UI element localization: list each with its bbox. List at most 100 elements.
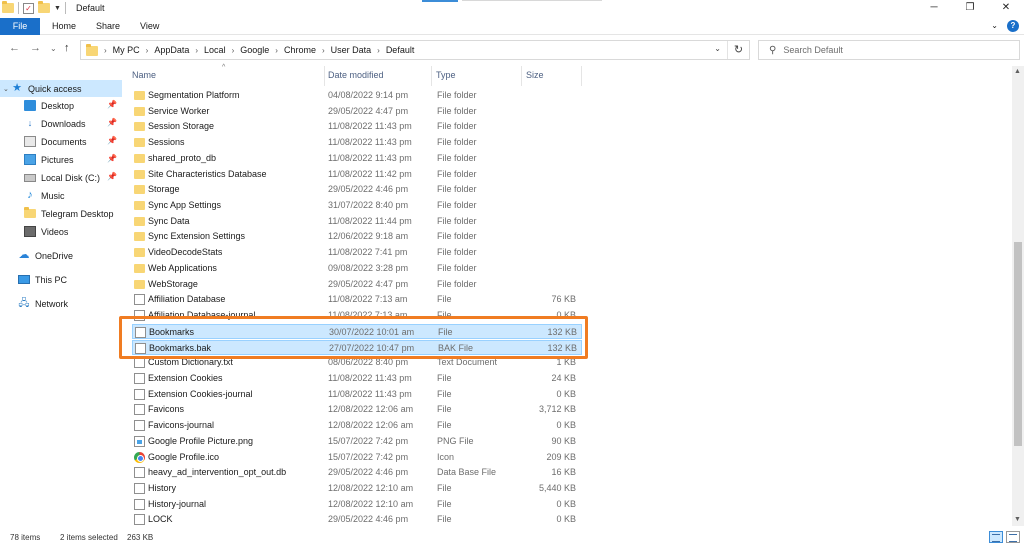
scrollbar-thumb[interactable] (1014, 242, 1022, 446)
sidebar-item-quick-access[interactable]: ⌄ ★ Quick access (0, 80, 122, 97)
column-header-size[interactable]: Size (526, 66, 544, 85)
sidebar-item-this-pc[interactable]: This PC (0, 271, 122, 288)
scroll-up-icon[interactable]: ▲ (1014, 68, 1021, 75)
file-name: Site Characteristics Database (148, 168, 267, 179)
file-row[interactable]: Extension Cookies 11/08/2022 11:43 pm File… (132, 371, 582, 387)
recent-locations-icon[interactable]: ⌄ (50, 44, 57, 53)
tab-home[interactable]: Home (52, 18, 76, 35)
file-row[interactable]: Web Applications 09/08/2022 3:28 pm File f… (132, 261, 582, 277)
details-view-button[interactable] (989, 531, 1003, 543)
search-box[interactable]: ⚲ Search Default (758, 40, 1020, 60)
large-icons-view-button[interactable] (1006, 531, 1020, 543)
chevron-right-icon[interactable]: › (275, 46, 278, 55)
customize-toolbar-icon[interactable]: ▼ (54, 5, 61, 12)
address-bar[interactable]: › My PC › AppData › Local › Google › Chr… (80, 40, 750, 60)
sidebar-item-pictures[interactable]: Pictures 📌 (0, 151, 122, 168)
back-button[interactable]: ← (9, 42, 20, 54)
properties-icon[interactable]: ✓ (23, 2, 34, 14)
refresh-icon[interactable]: ↻ (727, 41, 749, 59)
column-header-name[interactable]: Name (132, 66, 156, 85)
chevron-down-icon[interactable]: ⌄ (3, 85, 11, 93)
sidebar-item-network[interactable]: 🖧 Network (0, 295, 122, 312)
breadcrumb-user-data[interactable]: User Data (331, 45, 372, 55)
sidebar-item-telegram-desktop[interactable]: Telegram Desktop (0, 205, 122, 222)
pin-icon[interactable]: 📌 (107, 154, 117, 163)
file-row[interactable]: LOCK 29/05/2022 4:46 pm File 0 KB (132, 512, 582, 528)
breadcrumb-google[interactable]: Google (240, 45, 269, 55)
chevron-right-icon[interactable]: › (146, 46, 149, 55)
sidebar-item-onedrive[interactable]: ☁ OneDrive (0, 247, 122, 264)
file-date-modified: 29/05/2022 4:46 pm (328, 514, 409, 525)
file-row[interactable]: History 12/08/2022 12:10 am File 5,440 KB (132, 481, 582, 497)
file-row[interactable]: Sync App Settings 31/07/2022 8:40 pm File … (132, 198, 582, 214)
column-header-type[interactable]: Type (436, 66, 456, 85)
file-row[interactable]: shared_proto_db 11/08/2022 11:43 pm File f… (132, 151, 582, 167)
file-date-modified: 12/08/2022 12:10 am (328, 483, 414, 493)
forward-button[interactable]: → (30, 42, 41, 54)
breadcrumb-my-pc[interactable]: My PC (113, 45, 140, 55)
column-divider[interactable] (581, 66, 582, 86)
pc-icon (18, 275, 30, 284)
column-divider[interactable] (521, 66, 522, 86)
chevron-right-icon[interactable]: › (377, 46, 380, 55)
chevron-right-icon[interactable]: › (322, 46, 325, 55)
chevron-right-icon[interactable]: › (232, 46, 235, 55)
breadcrumb-local[interactable]: Local (204, 45, 226, 55)
file-row[interactable]: Storage 29/05/2022 4:46 pm File folder (132, 182, 582, 198)
file-row[interactable]: History-journal 12/08/2022 12:10 am File 0 … (132, 497, 582, 513)
address-dropdown-icon[interactable]: ⌄ (714, 44, 721, 53)
maximize-button[interactable]: ❐ (950, 0, 990, 16)
column-divider[interactable] (431, 66, 432, 86)
vertical-scrollbar[interactable]: ▲ ▼ (1012, 66, 1024, 526)
breadcrumb-default[interactable]: Default (386, 45, 415, 55)
sidebar-item-desktop[interactable]: Desktop 📌 (0, 97, 122, 114)
tab-file[interactable]: File (0, 18, 40, 35)
file-row[interactable]: Site Characteristics Database 11/08/2022 … (132, 167, 582, 183)
tab-share[interactable]: Share (96, 18, 120, 35)
pin-icon[interactable]: 📌 (107, 136, 117, 145)
pin-icon[interactable]: 📌 (107, 118, 117, 127)
expand-ribbon-icon[interactable]: ⌄ (991, 21, 998, 30)
minimize-button[interactable]: ─ (914, 0, 954, 16)
file-size: 209 KB (546, 451, 576, 462)
file-row[interactable]: Google Profile Picture.png 15/07/2022 7:4… (132, 434, 582, 450)
file-size: 16 KB (551, 467, 576, 478)
help-icon[interactable]: ? (1007, 20, 1019, 32)
new-folder-icon[interactable] (38, 1, 50, 13)
file-row[interactable]: Affiliation Database 11/08/2022 7:13 am Fi… (132, 292, 582, 308)
file-row[interactable]: Sync Data 11/08/2022 11:44 pm File folder (132, 214, 582, 230)
file-row[interactable]: VideoDecodeStats 11/08/2022 7:41 pm File f… (132, 245, 582, 261)
file-row[interactable]: Service Worker 29/05/2022 4:47 pm File fol… (132, 104, 582, 120)
sidebar-item-videos[interactable]: Videos (0, 223, 122, 240)
breadcrumb-appdata[interactable]: AppData (154, 45, 189, 55)
file-icon (134, 483, 145, 494)
close-button[interactable]: ✕ (986, 0, 1024, 16)
file-row[interactable]: WebStorage 29/05/2022 4:47 pm File folder (132, 277, 582, 293)
pin-icon[interactable]: 📌 (107, 100, 117, 109)
file-row[interactable]: Sync Extension Settings 12/06/2022 9:18 a… (132, 229, 582, 245)
sidebar-item-documents[interactable]: Documents 📌 (0, 133, 122, 150)
file-row[interactable]: Google Profile.ico 15/07/2022 7:42 pm Icon… (132, 450, 582, 466)
column-header-date[interactable]: Date modified (328, 66, 384, 85)
sidebar-item-downloads[interactable]: ↓ Downloads 📌 (0, 115, 122, 132)
pin-icon[interactable]: 📌 (107, 172, 117, 181)
up-button[interactable]: ↑ (64, 42, 70, 54)
tab-view[interactable]: View (140, 18, 159, 35)
scroll-down-icon[interactable]: ▼ (1014, 516, 1021, 523)
search-input[interactable]: Search Default (783, 45, 843, 55)
file-row[interactable]: heavy_ad_intervention_opt_out.db 29/05/20… (132, 465, 582, 481)
file-row[interactable]: Favicons 12/08/2022 12:06 am File 3,712 KB (132, 402, 582, 418)
sidebar-item-label: Local Disk (C:) (41, 172, 101, 183)
file-row[interactable]: Segmentation Platform 04/08/2022 9:14 pm F… (132, 88, 582, 104)
column-divider[interactable] (324, 66, 325, 86)
file-row[interactable]: Session Storage 11/08/2022 11:43 pm File f… (132, 119, 582, 135)
star-icon: ★ (12, 82, 22, 94)
chevron-right-icon[interactable]: › (104, 46, 107, 55)
file-row[interactable]: Extension Cookies-journal 11/08/2022 11:4… (132, 387, 582, 403)
file-row[interactable]: Sessions 11/08/2022 11:43 pm File folder (132, 135, 582, 151)
file-row[interactable]: Favicons-journal 12/08/2022 12:06 am File 0… (132, 418, 582, 434)
sidebar-item-local-disk[interactable]: Local Disk (C:) 📌 (0, 169, 122, 186)
breadcrumb-chrome[interactable]: Chrome (284, 45, 316, 55)
sidebar-item-music[interactable]: ♪ Music (0, 187, 122, 204)
chevron-right-icon[interactable]: › (195, 46, 198, 55)
